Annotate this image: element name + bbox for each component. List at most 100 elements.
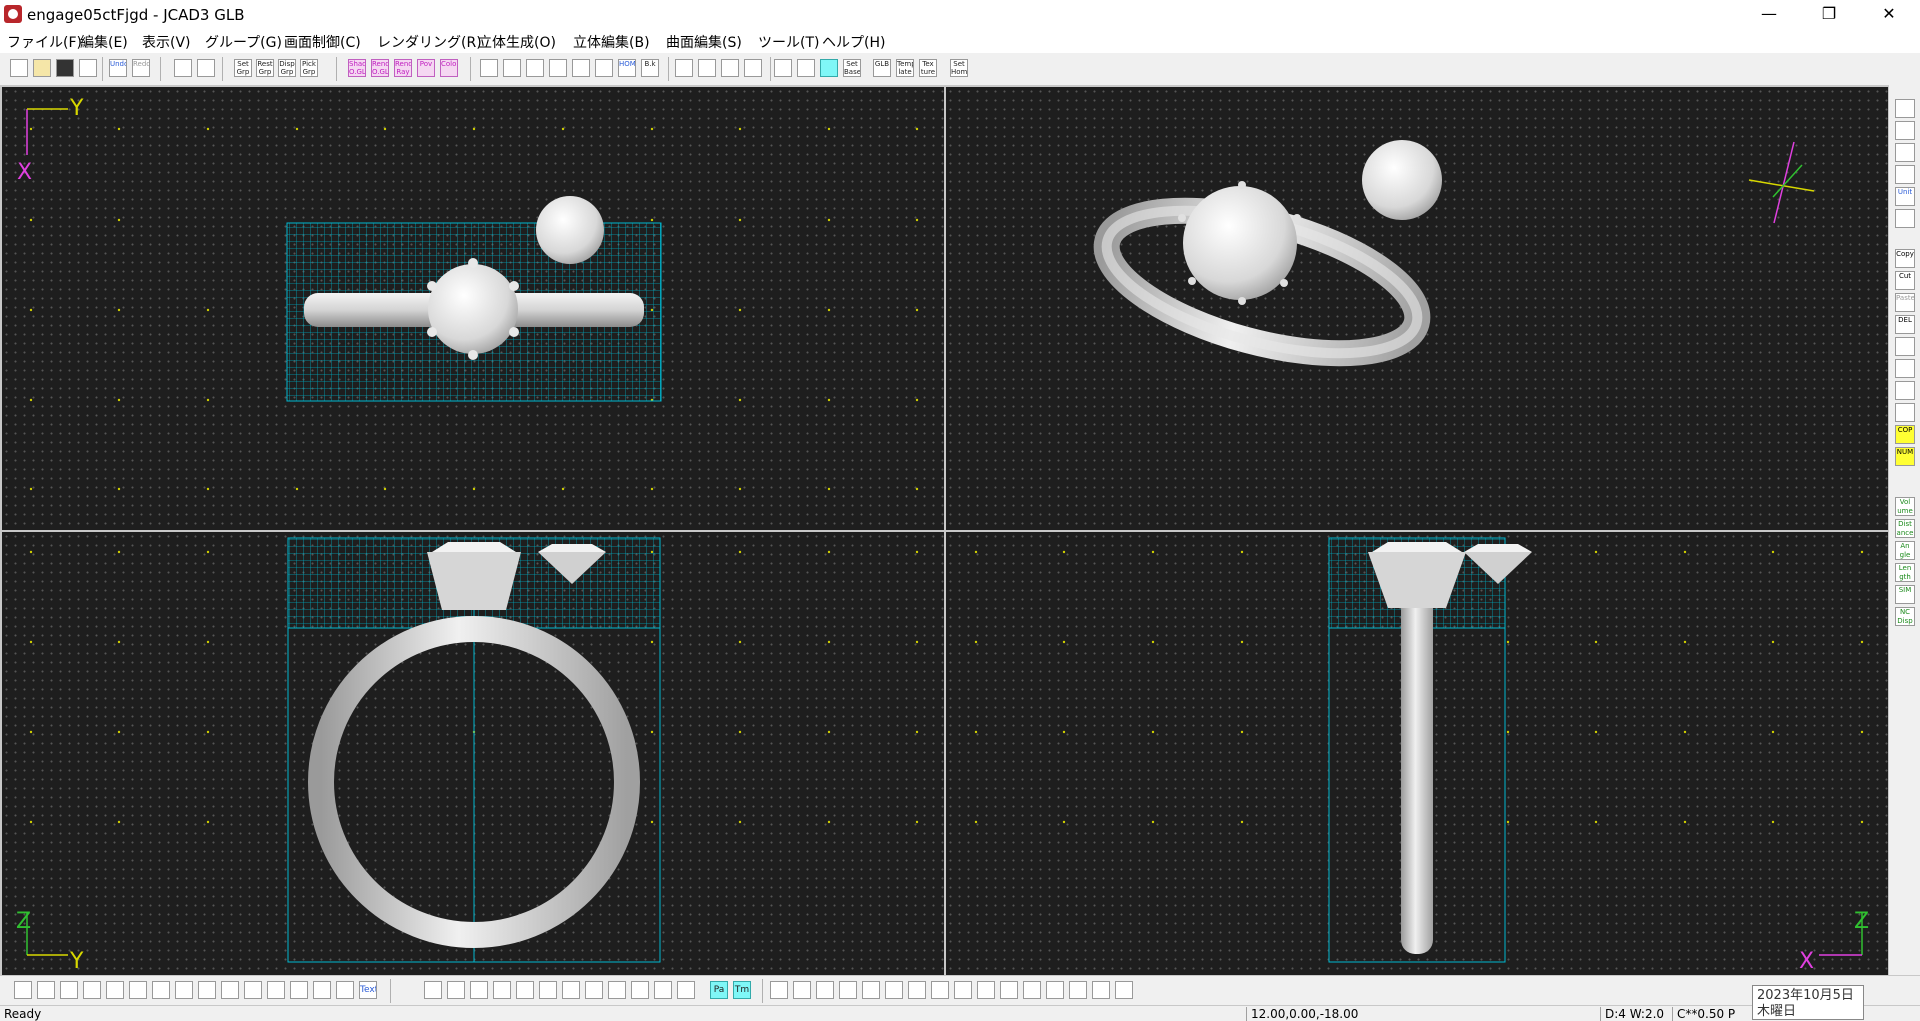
zoom-window-icon[interactable]	[526, 59, 544, 77]
snap-icon[interactable]	[1046, 981, 1064, 999]
texture-button[interactable]: Tex ture	[919, 59, 937, 77]
grid-snap-icon[interactable]	[797, 59, 815, 77]
frame-icon[interactable]	[744, 59, 762, 77]
hatch-tool-icon[interactable]	[267, 981, 285, 999]
stone-setting-icon[interactable]	[631, 981, 649, 999]
print-icon[interactable]	[79, 59, 97, 77]
menu-surface-edit[interactable]: 曲面編集(S)	[666, 32, 742, 52]
twist-icon[interactable]	[908, 981, 926, 999]
menu-file[interactable]: ファイル(F)	[7, 32, 82, 52]
menu-solid-create[interactable]: 立体生成(O)	[478, 32, 556, 52]
morph-icon[interactable]	[954, 981, 972, 999]
text-tool-button[interactable]: Text	[359, 981, 377, 999]
bezel-icon[interactable]	[677, 981, 695, 999]
close-button[interactable]: ✕	[1866, 0, 1912, 28]
restore-button[interactable]: ❐	[1806, 0, 1852, 28]
save-icon[interactable]	[56, 59, 74, 77]
zoom-out-icon[interactable]	[503, 59, 521, 77]
grid-dots-icon[interactable]	[774, 59, 792, 77]
zoom-fit-icon[interactable]	[549, 59, 567, 77]
color-button[interactable]: Color	[440, 59, 458, 77]
length-button[interactable]: Len gth	[1895, 563, 1915, 582]
zoom-red-out-icon[interactable]	[698, 59, 716, 77]
eye-icon[interactable]	[1069, 981, 1087, 999]
taper-icon[interactable]	[931, 981, 949, 999]
perspective-viewport[interactable]	[946, 87, 1888, 530]
cop-button[interactable]: COP	[1895, 425, 1915, 444]
loop-tool-icon[interactable]	[83, 981, 101, 999]
box-icon[interactable]	[539, 981, 557, 999]
delete-button[interactable]: DEL	[1895, 315, 1915, 334]
boolean-intersect-icon[interactable]	[816, 981, 834, 999]
point-tool-icon[interactable]	[313, 981, 331, 999]
shell-icon[interactable]	[516, 981, 534, 999]
offset-tool-icon[interactable]	[129, 981, 147, 999]
top-viewport[interactable]: Y X	[2, 87, 944, 530]
node-tool-icon[interactable]	[106, 981, 124, 999]
new-file-icon[interactable]	[10, 59, 28, 77]
redo-button[interactable]: Redo	[132, 59, 150, 77]
side-viewport[interactable]: Z X	[946, 532, 1888, 975]
wave-tool-icon[interactable]	[244, 981, 262, 999]
glb-button[interactable]: GLB	[873, 59, 891, 77]
copy-view-icon[interactable]	[174, 59, 192, 77]
minimize-button[interactable]: —	[1746, 0, 1792, 28]
layer-icon[interactable]	[1895, 337, 1915, 356]
perspective-icon[interactable]	[721, 59, 739, 77]
object-icon[interactable]	[1895, 359, 1915, 378]
menu-tools[interactable]: ツール(T)	[758, 32, 819, 52]
set-home-button[interactable]: Set Home	[950, 59, 968, 77]
rotate-icon[interactable]	[1895, 165, 1915, 184]
show-all-icon[interactable]	[1115, 981, 1133, 999]
sim-button[interactable]: SIM	[1895, 585, 1915, 604]
sweep-icon[interactable]	[470, 981, 488, 999]
loft-icon[interactable]	[493, 981, 511, 999]
undo-button[interactable]: Undo	[109, 59, 127, 77]
set-base-button[interactable]: Set Base	[843, 59, 861, 77]
rest-group-button[interactable]: Rest Grp	[256, 59, 274, 77]
curve-tool-icon[interactable]	[14, 981, 32, 999]
num-button[interactable]: NUM	[1895, 447, 1915, 466]
zoom-red-in-icon[interactable]	[675, 59, 693, 77]
info-icon[interactable]	[1895, 403, 1915, 422]
boolean-union-icon[interactable]	[770, 981, 788, 999]
move-icon[interactable]	[1895, 143, 1915, 162]
grid-display-icon[interactable]	[820, 59, 838, 77]
fillet-tool-icon[interactable]	[198, 981, 216, 999]
front-viewport[interactable]: Z Y	[2, 532, 944, 975]
rectangle-tool-icon[interactable]	[290, 981, 308, 999]
open-folder-icon[interactable]	[33, 59, 51, 77]
pick-group-button[interactable]: Pick Grp	[300, 59, 318, 77]
set-group-button[interactable]: Set Grp	[234, 59, 252, 77]
spline-tool-icon[interactable]	[60, 981, 78, 999]
pa-button[interactable]: Pa	[710, 981, 728, 999]
nc-disp-button[interactable]: NC Disp	[1895, 607, 1915, 626]
cut-button[interactable]: Cut	[1895, 271, 1915, 290]
arc-tool-icon[interactable]	[37, 981, 55, 999]
hide-icon[interactable]	[1092, 981, 1110, 999]
torus-icon[interactable]	[585, 981, 603, 999]
disp-group-button[interactable]: Disp Grp	[278, 59, 296, 77]
pan-hand-icon[interactable]	[595, 59, 613, 77]
boolean-subtract-icon[interactable]	[793, 981, 811, 999]
triangle-tool-icon[interactable]	[175, 981, 193, 999]
scale-icon[interactable]	[862, 981, 880, 999]
revolve-icon[interactable]	[424, 981, 442, 999]
camera-icon[interactable]	[1895, 99, 1915, 118]
extrude-icon[interactable]	[447, 981, 465, 999]
menu-solid-edit[interactable]: 立体編集(B)	[573, 32, 650, 52]
shade-ogl-button[interactable]: Shad O.GL	[348, 59, 366, 77]
distance-button[interactable]: Dist ance	[1895, 519, 1915, 538]
pattern-icon[interactable]	[977, 981, 995, 999]
bend-icon[interactable]	[885, 981, 903, 999]
menu-edit[interactable]: 編集(E)	[80, 32, 128, 52]
distribute-icon[interactable]	[1023, 981, 1041, 999]
zoom-in-icon[interactable]	[480, 59, 498, 77]
gem-icon[interactable]	[608, 981, 626, 999]
prong-icon[interactable]	[654, 981, 672, 999]
template-button[interactable]: Temp late	[896, 59, 914, 77]
divide-tool-icon[interactable]	[221, 981, 239, 999]
copy-button[interactable]: Copy	[1895, 249, 1915, 268]
align-icon[interactable]	[1000, 981, 1018, 999]
menu-rendering[interactable]: レンダリング(R)	[377, 32, 482, 52]
